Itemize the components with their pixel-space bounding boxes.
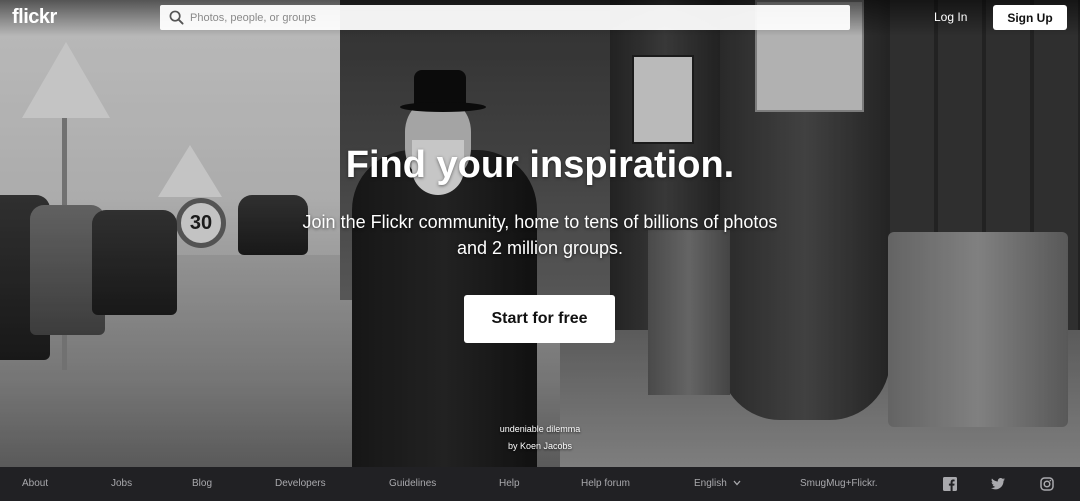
smugmug-flickr-link[interactable]: SmugMug+Flickr.	[800, 478, 878, 489]
top-navigation-bar: flickr Log In Sign Up	[0, 0, 1080, 36]
search-bar[interactable]	[160, 5, 850, 30]
footer-link-help[interactable]: Help	[499, 478, 520, 489]
instagram-icon[interactable]	[1040, 477, 1054, 491]
footer-bar: About Jobs Blog Developers Guidelines He…	[0, 467, 1080, 501]
language-selector[interactable]: English	[694, 478, 741, 489]
language-label: English	[694, 478, 727, 489]
sign-up-button[interactable]: Sign Up	[993, 5, 1067, 30]
footer-link-guidelines[interactable]: Guidelines	[389, 478, 436, 489]
footer-link-blog[interactable]: Blog	[192, 478, 212, 489]
start-for-free-button[interactable]: Start for free	[464, 295, 615, 343]
search-input[interactable]	[190, 5, 830, 30]
search-icon	[169, 10, 184, 25]
chevron-down-icon	[733, 480, 741, 486]
twitter-icon[interactable]	[991, 477, 1005, 491]
footer-link-jobs[interactable]: Jobs	[111, 478, 132, 489]
hero-subtitle: Join the Flickr community, home to tens …	[302, 212, 778, 258]
footer-link-help-forum[interactable]: Help forum	[581, 478, 630, 489]
footer-link-about[interactable]: About	[22, 478, 48, 489]
footer-link-developers[interactable]: Developers	[275, 478, 326, 489]
photo-credit-author[interactable]: by Koen Jacobs	[440, 441, 640, 451]
photo-credit-title[interactable]: undeniable dilemma	[440, 424, 640, 434]
facebook-icon[interactable]	[943, 477, 957, 491]
hero-title: Find your inspiration.	[345, 144, 735, 186]
log-in-link[interactable]: Log In	[934, 10, 967, 24]
flickr-logo[interactable]: flickr	[12, 6, 57, 29]
